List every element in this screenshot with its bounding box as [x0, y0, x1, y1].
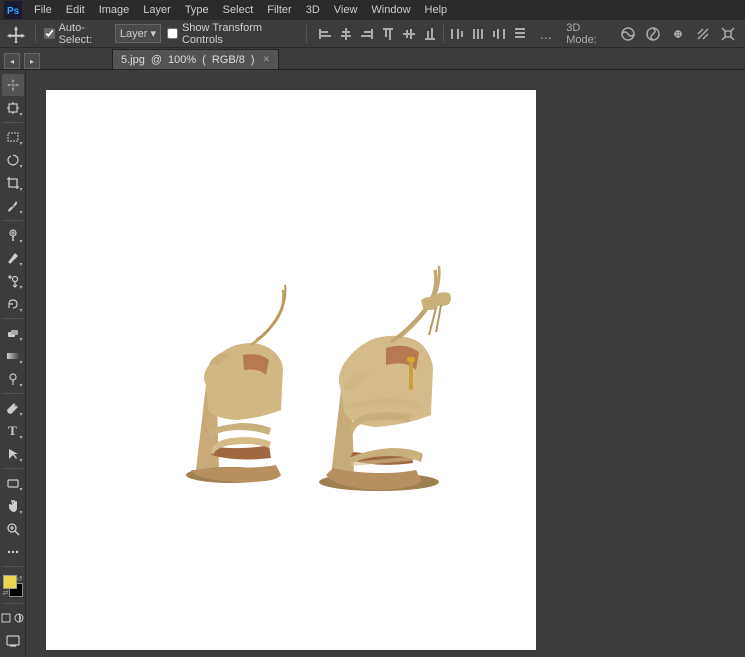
distribute-left-icon[interactable]	[447, 24, 467, 44]
tab-close-button[interactable]: ✕	[263, 54, 271, 65]
auto-select-checkbox[interactable]	[44, 28, 55, 39]
layer-dropdown[interactable]: Layer ▾	[115, 24, 161, 43]
align-left-edges-icon[interactable]	[315, 24, 335, 44]
tool-separator-4	[3, 393, 23, 394]
align-icons-group	[315, 24, 530, 44]
menu-select[interactable]: Select	[217, 2, 260, 18]
screen-mode-button[interactable]	[0, 607, 13, 629]
tool-separator-5	[3, 468, 23, 469]
canvas-area	[26, 70, 745, 657]
shoe-illustration	[101, 190, 481, 550]
move-tool-icon	[6, 23, 27, 45]
menu-help[interactable]: Help	[419, 2, 454, 18]
foreground-color-swatch[interactable]	[3, 575, 17, 589]
show-transform-label: Show Transform Controls	[182, 22, 298, 46]
divider-3	[443, 25, 444, 43]
panel-arrow-left[interactable]: ◂	[4, 53, 20, 69]
screen-view-button[interactable]	[2, 630, 24, 652]
crop-tool[interactable]: ▾	[2, 172, 24, 194]
tab-colormode-val: RGB/8	[212, 54, 245, 66]
menu-window[interactable]: Window	[365, 2, 416, 18]
auto-select-group: Auto-Select: Layer ▾	[44, 22, 161, 46]
align-top-edges-icon[interactable]	[378, 24, 398, 44]
show-transform-checkbox[interactable]	[167, 28, 178, 39]
align-center-v-icon[interactable]	[399, 24, 419, 44]
lasso-tool[interactable]: ▾	[2, 149, 24, 171]
tab-file[interactable]: 5.jpg @ 100% ( RGB/8 ) ✕	[112, 49, 279, 69]
menu-3d[interactable]: 3D	[300, 2, 326, 18]
tab-bar: ◂ ▸ 5.jpg @ 100% ( RGB/8 ) ✕	[0, 48, 745, 70]
zoom-tool[interactable]	[2, 518, 24, 540]
healing-brush-tool[interactable]: ▾	[2, 224, 24, 246]
align-right-edges-icon[interactable]	[357, 24, 377, 44]
quick-mask-button[interactable]	[13, 607, 26, 629]
distribute-right-icon[interactable]	[489, 24, 509, 44]
3d-pan-icon[interactable]	[667, 23, 689, 45]
distribute-center-h-icon[interactable]	[468, 24, 488, 44]
history-brush-tool[interactable]: ▾	[2, 293, 24, 315]
tab-zoom: 100%	[168, 54, 196, 66]
eraser-tool[interactable]: ▾	[2, 322, 24, 344]
show-transform-group: Show Transform Controls	[167, 22, 298, 46]
tool-separator-6	[3, 566, 23, 567]
extra-tools-button[interactable]	[2, 541, 24, 563]
pen-tool[interactable]: ▾	[2, 397, 24, 419]
shape-tool[interactable]: ▾	[2, 472, 24, 494]
mode-label: 3D Mode:	[566, 22, 611, 46]
menu-image[interactable]: Image	[93, 2, 136, 18]
type-tool[interactable]: T ▾	[2, 420, 24, 442]
ps-logo: Ps	[4, 1, 22, 19]
tool-separator-3	[3, 318, 23, 319]
eyedropper-tool[interactable]: ▾	[2, 195, 24, 217]
align-bottom-edges-icon[interactable]	[420, 24, 440, 44]
menu-filter[interactable]: Filter	[261, 2, 297, 18]
menu-bar: Ps File Edit Image Layer Type Select Fil…	[0, 0, 745, 20]
distribute-top-icon[interactable]	[510, 24, 530, 44]
screen-mode-group	[0, 607, 26, 629]
tool-separator-7	[3, 603, 23, 604]
rect-select-tool[interactable]: ▾	[2, 126, 24, 148]
color-swatches: ⇄ ↺	[0, 572, 26, 600]
more-options-button[interactable]: ...	[536, 23, 557, 45]
3d-roll-icon[interactable]	[642, 23, 664, 45]
brush-tool[interactable]: ▾	[2, 247, 24, 269]
move-tool[interactable]	[2, 74, 24, 96]
menu-edit[interactable]: Edit	[60, 2, 91, 18]
menu-type[interactable]: Type	[179, 2, 215, 18]
tool-separator-1	[3, 122, 23, 123]
menu-layer[interactable]: Layer	[137, 2, 177, 18]
hand-tool[interactable]: ▾	[2, 495, 24, 517]
artboard-tool[interactable]: ▾	[2, 97, 24, 119]
divider-2	[306, 25, 307, 43]
swap-colors-icon[interactable]: ⇄	[3, 589, 9, 597]
options-bar: Auto-Select: Layer ▾ Show Transform Cont…	[0, 20, 745, 48]
default-colors-icon[interactable]: ↺	[17, 575, 23, 583]
tool-separator-2	[3, 220, 23, 221]
canvas	[46, 90, 536, 650]
svg-text:Ps: Ps	[7, 6, 20, 17]
3d-slide-icon[interactable]	[692, 23, 714, 45]
dodge-tool[interactable]: ▾	[2, 368, 24, 390]
menu-view[interactable]: View	[328, 2, 364, 18]
3d-rotate-icon[interactable]	[617, 23, 639, 45]
menu-file[interactable]: File	[28, 2, 58, 18]
tab-colormode: (	[202, 54, 206, 66]
3d-scale-icon[interactable]	[717, 23, 739, 45]
auto-select-label: Auto-Select:	[59, 22, 111, 46]
toolbox: ▾ ▾ ▾ ▾ ▾ ▾ ▾ ▾	[0, 70, 26, 657]
divider-1	[35, 25, 36, 43]
gradient-tool[interactable]: ▾	[2, 345, 24, 367]
tab-zoom-mode: @	[151, 54, 162, 66]
clone-stamp-tool[interactable]: ▾	[2, 270, 24, 292]
align-center-h-icon[interactable]	[336, 24, 356, 44]
tab-filename: 5.jpg	[121, 54, 145, 66]
path-selection-tool[interactable]: ▾	[2, 443, 24, 465]
panel-arrow-right[interactable]: ▸	[24, 53, 40, 69]
main-layout: ▾ ▾ ▾ ▾ ▾ ▾ ▾ ▾	[0, 70, 745, 657]
3d-mode-icons	[617, 23, 739, 45]
